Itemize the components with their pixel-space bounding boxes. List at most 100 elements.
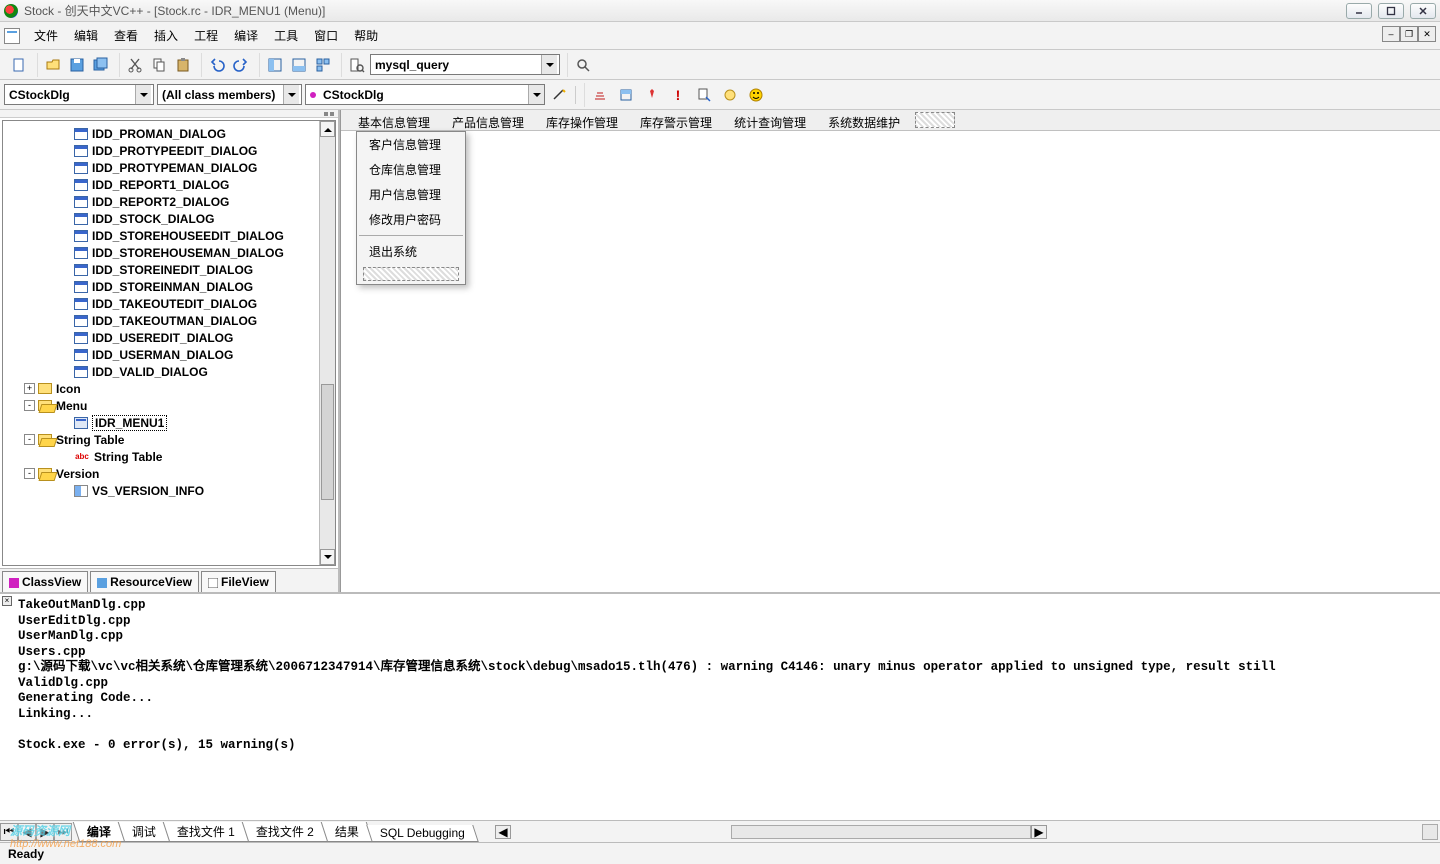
tree-item[interactable]: IDD_USEREDIT_DIALOG — [3, 329, 335, 346]
workspace-tab-resourceview[interactable]: ResourceView — [90, 571, 199, 592]
cut-button[interactable] — [124, 54, 146, 76]
tree-item[interactable]: -Menu — [3, 397, 335, 414]
redo-button[interactable] — [230, 54, 252, 76]
undo-button[interactable] — [206, 54, 228, 76]
tree-item[interactable]: -Version — [3, 465, 335, 482]
window-list-button[interactable] — [312, 54, 334, 76]
hscroll-right-button[interactable]: ▶ — [1031, 825, 1047, 839]
submenu-new-item[interactable] — [363, 267, 459, 281]
submenu-item[interactable]: 仓库信息管理 — [357, 157, 465, 182]
menu-editor-item[interactable]: 系统数据维护 — [817, 110, 911, 130]
mdi-restore-button[interactable]: ❐ — [1400, 26, 1418, 42]
open-file-button[interactable] — [42, 54, 64, 76]
tree-item[interactable]: IDD_USERMAN_DIALOG — [3, 346, 335, 363]
paste-button[interactable] — [172, 54, 194, 76]
member-combo[interactable] — [305, 84, 545, 105]
tree-item[interactable]: IDR_MENU1 — [3, 414, 335, 431]
tree-item[interactable]: IDD_TAKEOUTEDIT_DIALOG — [3, 295, 335, 312]
output-tab[interactable]: SQL Debugging — [366, 825, 478, 842]
find-in-files-button[interactable] — [346, 54, 368, 76]
minimize-button[interactable] — [1346, 3, 1372, 19]
scroll-thumb[interactable] — [321, 384, 334, 499]
workspace-tab-fileview[interactable]: FileView — [201, 571, 276, 592]
submenu-item[interactable]: 退出系统 — [357, 239, 465, 264]
smiley-button[interactable] — [745, 84, 767, 106]
compile-button[interactable] — [589, 84, 611, 106]
output-tab-next-button[interactable]: ▶ — [36, 823, 54, 841]
execute-button[interactable]: ! — [667, 84, 689, 106]
tree-item[interactable]: IDD_PROMAN_DIALOG — [3, 125, 335, 142]
submenu-item[interactable]: 修改用户密码 — [357, 207, 465, 232]
tree-item[interactable]: IDD_PROTYPEMAN_DIALOG — [3, 159, 335, 176]
maximize-button[interactable] — [1378, 3, 1404, 19]
close-button[interactable] — [1410, 3, 1436, 19]
tree-scrollbar[interactable] — [319, 121, 335, 565]
mdi-close-button[interactable]: ✕ — [1418, 26, 1436, 42]
output-tab[interactable]: 查找文件 1 — [163, 822, 250, 842]
stop-build-button[interactable] — [641, 84, 663, 106]
submenu-item[interactable]: 用户信息管理 — [357, 182, 465, 207]
workspace-tab-classview[interactable]: ClassView — [2, 571, 88, 592]
output-scroll-up-button[interactable] — [1422, 824, 1438, 840]
menu-3[interactable]: 插入 — [146, 23, 186, 48]
scroll-up-button[interactable] — [320, 121, 335, 137]
menu-editor-item[interactable]: 统计查询管理 — [723, 110, 817, 130]
tree-item[interactable]: IDD_STOREHOUSEEDIT_DIALOG — [3, 227, 335, 244]
tree-item[interactable]: IDD_STOCK_DIALOG — [3, 210, 335, 227]
menu-editor-item[interactable]: 基本信息管理 — [347, 110, 441, 130]
hscroll-track[interactable] — [731, 825, 1031, 839]
menu-1[interactable]: 编辑 — [66, 23, 106, 48]
tree-item[interactable]: IDD_STOREHOUSEMAN_DIALOG — [3, 244, 335, 261]
dropdown-arrow-icon[interactable] — [283, 85, 299, 104]
workspace-button[interactable] — [264, 54, 286, 76]
menu-0[interactable]: 文件 — [26, 23, 66, 48]
tree-item[interactable]: IDD_STOREINEDIT_DIALOG — [3, 261, 335, 278]
hscroll-left-button[interactable]: ◀ — [495, 825, 511, 839]
output-tab-prev-button[interactable]: ◀ — [18, 823, 36, 841]
menu-2[interactable]: 查看 — [106, 23, 146, 48]
filter-combo-input[interactable] — [158, 85, 283, 104]
find-input[interactable] — [371, 55, 541, 74]
tree-item[interactable]: IDD_PROTYPEEDIT_DIALOG — [3, 142, 335, 159]
menu-editor-item[interactable]: 产品信息管理 — [441, 110, 535, 130]
scroll-down-button[interactable] — [320, 549, 335, 565]
class-combo-input[interactable] — [5, 85, 135, 104]
output-tab[interactable]: 查找文件 2 — [242, 822, 329, 842]
dropdown-arrow-icon[interactable] — [541, 55, 557, 74]
output-tab[interactable]: 调试 — [118, 822, 171, 842]
find-combo[interactable] — [370, 54, 560, 75]
menu-editor-new-item[interactable] — [915, 112, 955, 128]
mdi-minimize-button[interactable]: – — [1382, 26, 1400, 42]
menu-editor-item[interactable]: 库存操作管理 — [535, 110, 629, 130]
tree-item[interactable]: IDD_TAKEOUTMAN_DIALOG — [3, 312, 335, 329]
wizard-action-button[interactable] — [548, 84, 570, 106]
output-close-button[interactable]: × — [2, 596, 12, 606]
class-combo[interactable] — [4, 84, 154, 105]
tree-item[interactable]: VS_VERSION_INFO — [3, 482, 335, 499]
filter-combo[interactable] — [157, 84, 302, 105]
new-file-button[interactable] — [8, 54, 30, 76]
menu-8[interactable]: 帮助 — [346, 23, 386, 48]
output-text[interactable]: TakeOutManDlg.cpp UserEditDlg.cpp UserMa… — [0, 594, 1440, 820]
menu-4[interactable]: 工程 — [186, 23, 226, 48]
dropdown-arrow-icon[interactable] — [528, 85, 544, 104]
go-button[interactable] — [693, 84, 715, 106]
tree-item[interactable]: IDD_REPORT2_DIALOG — [3, 193, 335, 210]
output-tab-first-button[interactable]: ⏮ — [0, 823, 18, 841]
menu-5[interactable]: 编译 — [226, 23, 266, 48]
resource-tree[interactable]: IDD_PROMAN_DIALOGIDD_PROTYPEEDIT_DIALOGI… — [2, 120, 336, 566]
tree-item[interactable]: IDD_STOREINMAN_DIALOG — [3, 278, 335, 295]
member-combo-input[interactable] — [319, 85, 528, 104]
menu-6[interactable]: 工具 — [266, 23, 306, 48]
tree-item[interactable]: IDD_VALID_DIALOG — [3, 363, 335, 380]
output-button[interactable] — [288, 54, 310, 76]
output-tab-last-button[interactable]: ⏭ — [54, 823, 72, 841]
submenu-item[interactable]: 客户信息管理 — [357, 132, 465, 157]
find-button[interactable] — [572, 54, 594, 76]
tree-item[interactable]: -String Table — [3, 431, 335, 448]
tree-item[interactable]: IDD_REPORT1_DIALOG — [3, 176, 335, 193]
panel-gripper[interactable] — [0, 110, 338, 118]
menu-editor-item[interactable]: 库存警示管理 — [629, 110, 723, 130]
tree-item[interactable]: abcString Table — [3, 448, 335, 465]
build-button[interactable] — [615, 84, 637, 106]
